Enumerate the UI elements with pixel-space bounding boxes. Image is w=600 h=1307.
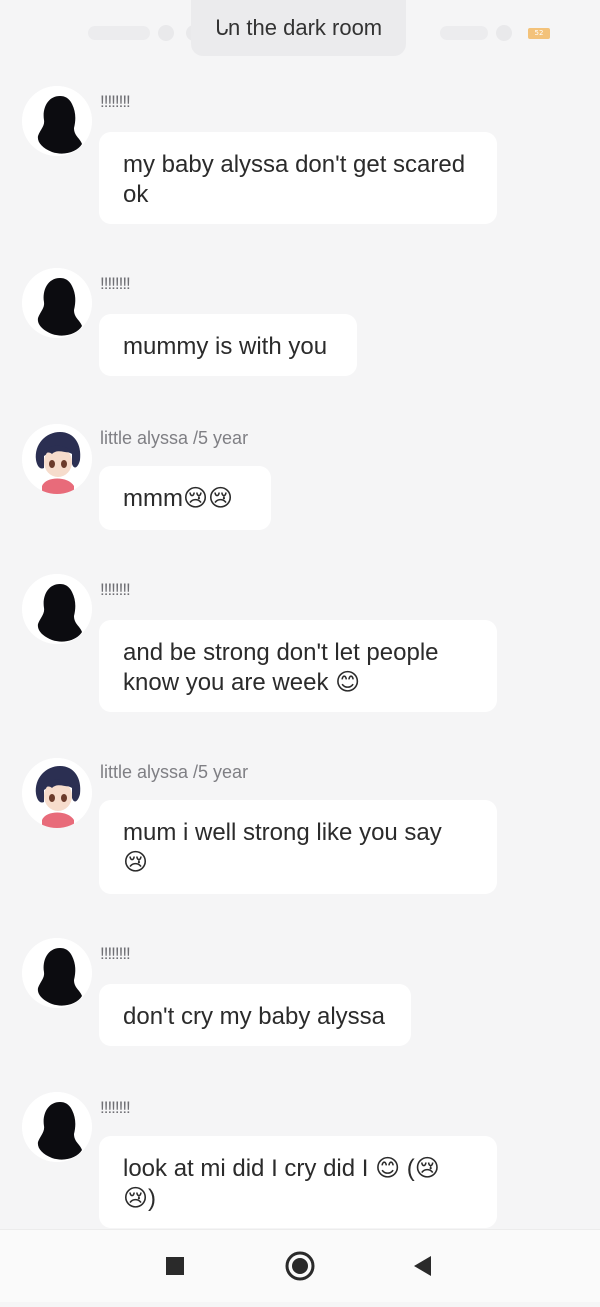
sender-name: !!!!!!!! [100, 1098, 131, 1117]
navigation-bar [0, 1229, 600, 1302]
message-bubble[interactable]: mum i well strong like you say 😢 [99, 800, 497, 894]
silhouette-icon [22, 1092, 92, 1162]
mother-avatar[interactable] [22, 86, 92, 156]
anime-girl-icon [22, 758, 92, 828]
back-button[interactable] [393, 1230, 453, 1302]
circle-icon [285, 1251, 315, 1281]
sender-name: !!!!!!!! [100, 944, 131, 963]
mother-avatar[interactable] [22, 1092, 92, 1162]
mother-avatar[interactable] [22, 574, 92, 644]
message-bubble[interactable]: mummy is with you [99, 314, 357, 376]
chat-title[interactable]: 𐐢n the dark room [191, 0, 406, 56]
message-bubble[interactable]: and be strong don't let people know you … [99, 620, 497, 712]
alyssa-avatar[interactable] [22, 424, 92, 494]
sender-name: little alyssa /5 year [100, 428, 249, 448]
silhouette-icon [22, 86, 92, 156]
battery-icon: 52 [528, 28, 550, 39]
sender-name: !!!!!!!! [100, 580, 131, 599]
sender-name: !!!!!!!! [100, 92, 131, 111]
message-bubble[interactable]: mmm😢😢 [99, 466, 271, 530]
notification-icon [158, 25, 174, 41]
message-bubble[interactable]: my baby alyssa don't get scared ok [99, 132, 497, 224]
silhouette-icon [22, 268, 92, 338]
anime-girl-icon [22, 424, 92, 494]
triangle-back-icon [414, 1256, 431, 1276]
sender-name: !!!!!!!! [100, 274, 131, 293]
wifi-icon [496, 25, 512, 41]
silhouette-icon [22, 938, 92, 1008]
square-icon [166, 1257, 184, 1275]
clock-text-ghost [88, 26, 150, 40]
recent-apps-button[interactable] [145, 1230, 205, 1302]
mother-avatar[interactable] [22, 938, 92, 1008]
silhouette-icon [22, 574, 92, 644]
message-bubble[interactable]: look at mi did I cry did I 😊 (😢 😢) [99, 1136, 497, 1228]
mother-avatar[interactable] [22, 268, 92, 338]
home-button[interactable] [270, 1230, 330, 1302]
signal-icon [440, 26, 488, 40]
message-bubble[interactable]: don't cry my baby alyssa [99, 984, 411, 1046]
sender-name: little alyssa /5 year [100, 762, 249, 782]
alyssa-avatar[interactable] [22, 758, 92, 828]
